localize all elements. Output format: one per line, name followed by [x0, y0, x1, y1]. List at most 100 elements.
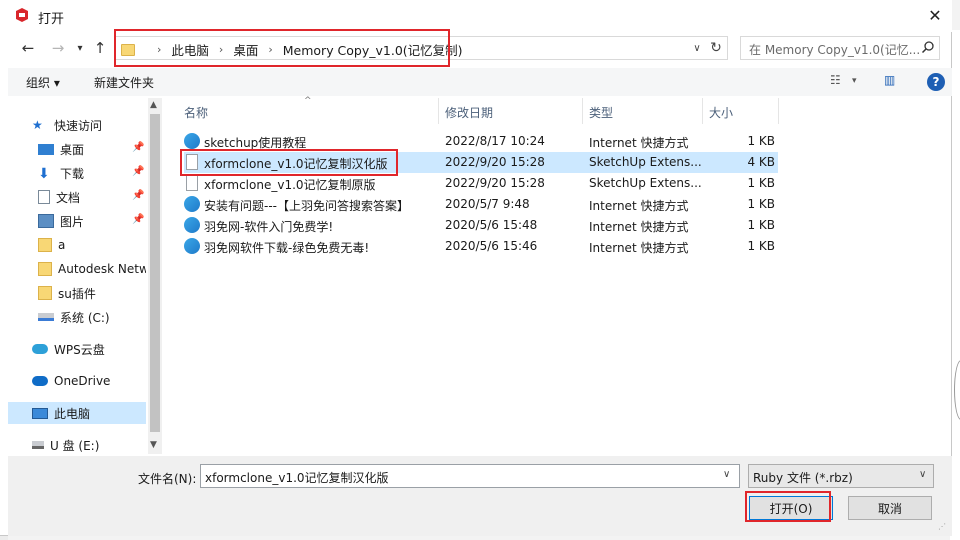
computer-icon	[32, 407, 48, 419]
sidebar-item-folder-a[interactable]: a	[38, 234, 146, 256]
search-input[interactable]: 在 Memory Copy_v1.0(记忆...	[740, 36, 940, 60]
column-separator[interactable]	[778, 98, 779, 124]
pin-icon[interactable]: 📌	[132, 214, 144, 225]
sidebar-item-label: 系统 (C:)	[60, 310, 110, 325]
file-date: 2022/9/20 15:28	[445, 176, 545, 190]
file-size: 4 KB	[747, 155, 775, 169]
desktop-icon	[38, 143, 54, 155]
filetype-select[interactable]: Ruby 文件 (*.rbz) ∨	[748, 464, 934, 488]
sidebar-item-label: 桌面	[60, 142, 85, 157]
cloud-icon	[32, 376, 48, 386]
usb-drive-icon	[32, 441, 44, 449]
sidebar-item-usb-e[interactable]: U 盘 (E:)	[32, 434, 146, 456]
file-icon	[186, 175, 198, 191]
view-dropdown-icon[interactable]: ▾	[852, 76, 857, 86]
address-dropdown-icon[interactable]: ∨	[690, 38, 704, 58]
sidebar-item-label: 快速访问	[54, 118, 103, 133]
column-header-type[interactable]: 类型	[589, 104, 613, 121]
forward-arrow-icon[interactable]: →	[48, 38, 68, 58]
file-date: 2020/5/7 9:48	[445, 197, 530, 211]
pin-icon[interactable]: 📌	[132, 142, 144, 153]
url-icon	[184, 196, 200, 212]
file-name: 羽免网-软件入门免费学!	[204, 220, 334, 234]
preview-pane-icon[interactable]: ▥	[884, 73, 895, 87]
folder-icon	[38, 286, 52, 300]
picture-icon	[38, 214, 54, 228]
help-icon[interactable]: ?	[927, 73, 945, 91]
file-row[interactable]: xformclone_v1.0记忆复制原版 2022/9/20 15:28 Sk…	[184, 173, 778, 194]
address-highlight-box	[114, 29, 450, 67]
file-row[interactable]: 安装有问题---【上羽免问答搜索答案】 2020/5/7 9:48 Intern…	[184, 194, 778, 215]
new-folder-button[interactable]: 新建文件夹	[94, 74, 154, 91]
column-header-size[interactable]: 大小	[709, 104, 733, 121]
search-icon[interactable]	[921, 40, 935, 54]
back-arrow-icon[interactable]: ←	[18, 38, 38, 58]
sidebar-item-autodesk[interactable]: Autodesk Netw	[38, 258, 146, 280]
recent-locations-chevron-icon[interactable]: ▾	[70, 38, 90, 58]
sidebar-item-quick-access[interactable]: ★ 快速访问	[32, 114, 146, 136]
view-options-icon[interactable]: ☷	[830, 73, 841, 87]
sidebar-item-label: U 盘 (E:)	[50, 438, 100, 453]
up-arrow-icon[interactable]: ↑	[90, 38, 110, 58]
sort-ascending-icon: ^	[304, 96, 312, 106]
file-size: 1 KB	[747, 197, 775, 211]
sidebar-item-pictures[interactable]: 图片 📌	[38, 210, 146, 232]
url-icon	[184, 133, 200, 149]
cancel-button[interactable]: 取消	[848, 496, 932, 520]
sidebar-item-label: WPS云盘	[54, 342, 105, 357]
filename-field[interactable]: xformclone_v1.0记忆复制汉化版 ∨	[200, 464, 740, 488]
file-date: 2022/9/20 15:28	[445, 155, 545, 169]
pin-icon[interactable]: 📌	[132, 166, 144, 177]
selected-file-highlight-box	[180, 149, 398, 176]
file-date: 2022/8/17 10:24	[445, 134, 545, 148]
sidebar-item-desktop[interactable]: 桌面 📌	[38, 138, 146, 160]
resize-grip-icon[interactable]: ⋰	[938, 522, 946, 531]
file-name: xformclone_v1.0记忆复制原版	[204, 178, 376, 192]
file-type: Internet 快捷方式	[589, 220, 689, 234]
filename-value: xformclone_v1.0记忆复制汉化版	[205, 471, 389, 485]
file-name: 安装有问题---【上羽免问答搜索答案】	[204, 199, 409, 213]
sidebar-item-label: su插件	[58, 286, 96, 301]
sidebar-item-onedrive[interactable]: OneDrive	[32, 370, 146, 392]
scroll-down-icon[interactable]: ▼	[150, 440, 157, 450]
file-size: 1 KB	[747, 239, 775, 253]
url-icon	[184, 238, 200, 254]
column-separator[interactable]	[438, 98, 439, 124]
folder-icon	[38, 262, 52, 276]
sidebar-item-downloads[interactable]: ⬇ 下载 📌	[38, 162, 146, 184]
sidebar-item-documents[interactable]: 文档 📌	[38, 186, 146, 208]
close-button[interactable]: ✕	[920, 2, 950, 28]
window-title: 打开	[38, 12, 65, 27]
file-type: Internet 快捷方式	[589, 136, 689, 150]
file-date: 2020/5/6 15:46	[445, 239, 538, 253]
close-icon: ✕	[928, 5, 942, 25]
file-size: 1 KB	[747, 134, 775, 148]
sidebar-item-drive-c[interactable]: 系统 (C:)	[38, 306, 146, 328]
chevron-down-icon[interactable]: ∨	[723, 469, 730, 480]
file-row[interactable]: 羽免网软件下载-绿色免费无毒! 2020/5/6 15:46 Internet …	[184, 236, 778, 257]
column-header-name[interactable]: 名称	[184, 104, 208, 121]
open-file-dialog: 打开 ✕ ← → ▾ ↑ › 此电脑 › 桌面 › Memory Copy_v1…	[0, 0, 952, 536]
scroll-up-icon[interactable]: ▲	[150, 100, 157, 110]
sidebar-item-su-plugins[interactable]: su插件	[38, 282, 146, 304]
sidebar-item-this-pc[interactable]: 此电脑	[8, 402, 146, 424]
sidebar-scrollbar[interactable]: ▲ ▼	[148, 98, 162, 454]
column-separator[interactable]	[702, 98, 703, 124]
pin-icon[interactable]: 📌	[132, 190, 144, 201]
file-size: 1 KB	[747, 176, 775, 190]
chevron-down-icon[interactable]: ∨	[919, 469, 926, 480]
sidebar-item-label: OneDrive	[54, 374, 111, 388]
organize-menu-button[interactable]: 组织 ▾	[26, 74, 60, 91]
star-icon: ★	[32, 118, 43, 132]
command-toolbar: 组织 ▾ 新建文件夹 ☷ ▾ ▥ ?	[8, 68, 952, 96]
file-row[interactable]: 羽免网-软件入门免费学! 2020/5/6 15:48 Internet 快捷方…	[184, 215, 778, 236]
column-separator[interactable]	[582, 98, 583, 124]
refresh-icon[interactable]: ↻	[706, 38, 726, 58]
column-header-date[interactable]: 修改日期	[445, 104, 493, 121]
file-date: 2020/5/6 15:48	[445, 218, 538, 232]
file-name: 羽免网软件下载-绿色免费无毒!	[204, 241, 370, 255]
file-type: Internet 快捷方式	[589, 199, 689, 213]
sidebar-item-wps-cloud[interactable]: WPS云盘	[32, 338, 146, 360]
url-icon	[184, 217, 200, 233]
sidebar-scrollbar-thumb[interactable]	[150, 114, 160, 432]
